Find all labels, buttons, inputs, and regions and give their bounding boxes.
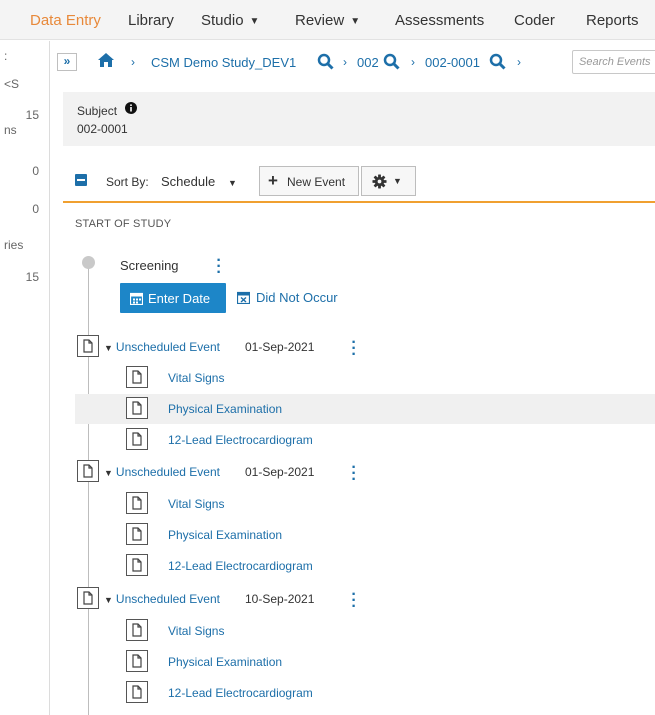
- new-event-button[interactable]: + New Event: [259, 166, 359, 196]
- left-sidebar: : <S 15 ns 0 0 ries 15: [0, 41, 50, 715]
- nav-assessments[interactable]: Assessments: [395, 12, 484, 29]
- form-document-icon: [126, 523, 148, 545]
- did-not-occur-link[interactable]: Did Not Occur: [256, 290, 338, 305]
- top-navigation: Data Entry Library Studio ▼ Review ▼ Asses…: [0, 0, 655, 40]
- settings-dropdown-button[interactable]: ▼: [361, 166, 416, 196]
- sidebar-count: 0: [32, 164, 39, 178]
- form-link-vital-signs[interactable]: Vital Signs: [168, 497, 224, 511]
- breadcrumb-study[interactable]: CSM Demo Study_DEV1: [151, 55, 296, 70]
- breadcrumb-subject[interactable]: 002-0001: [425, 55, 480, 70]
- chevron-down-icon: ▼: [350, 16, 361, 27]
- chevron-right-icon: ›: [517, 55, 521, 69]
- chevron-down-icon[interactable]: ▼: [228, 178, 237, 188]
- more-options-icon[interactable]: · · ·: [215, 253, 223, 281]
- form-link-physical-examination[interactable]: Physical Examination: [168, 528, 282, 542]
- chevron-right-icon: ›: [343, 55, 347, 69]
- chevron-down-icon: ▼: [249, 16, 260, 27]
- caret-down-icon: ▼: [104, 595, 113, 605]
- event-document-icon: [77, 587, 99, 609]
- collapse-all-icon[interactable]: [75, 174, 87, 186]
- timeline-dot: [82, 256, 95, 269]
- chevron-right-icon: ›: [411, 55, 415, 69]
- sidebar-label: ns: [4, 123, 17, 137]
- event-document-icon: [77, 460, 99, 482]
- nav-review[interactable]: Review ▼: [295, 12, 360, 29]
- form-document-icon: [126, 428, 148, 450]
- nav-studio[interactable]: Studio ▼: [201, 12, 259, 29]
- breadcrumb-site[interactable]: 002: [357, 55, 379, 70]
- start-of-study-label: START OF STUDY: [75, 218, 172, 230]
- form-document-icon: [126, 681, 148, 703]
- more-options-icon[interactable]: · · ·: [350, 460, 358, 488]
- info-icon[interactable]: [125, 102, 137, 114]
- calendar-icon: [130, 292, 143, 305]
- more-options-icon[interactable]: · · ·: [350, 335, 358, 363]
- new-event-label: New Event: [287, 175, 346, 189]
- expand-sidebar-button[interactable]: »: [57, 53, 77, 71]
- sidebar-label: <S: [4, 77, 20, 91]
- nav-library[interactable]: Library: [128, 12, 174, 29]
- breadcrumb: » › CSM Demo Study_DEV1 › 002 › 002-0001…: [51, 41, 655, 85]
- nav-coder[interactable]: Coder: [514, 12, 555, 29]
- form-link-physical-examination[interactable]: Physical Examination: [168, 655, 282, 669]
- search-icon[interactable]: [317, 53, 334, 70]
- form-document-icon: [126, 619, 148, 641]
- sidebar-count: 0: [32, 202, 39, 216]
- nav-data-entry[interactable]: Data Entry: [30, 12, 101, 29]
- form-document-icon: [126, 397, 148, 419]
- gear-icon: [372, 174, 387, 189]
- form-link-vital-signs[interactable]: Vital Signs: [168, 624, 224, 638]
- sort-dropdown[interactable]: Schedule: [161, 174, 215, 189]
- form-link-physical-examination[interactable]: Physical Examination: [168, 402, 282, 416]
- event-date: 01-Sep-2021: [245, 465, 315, 479]
- form-link-ecg[interactable]: 12-Lead Electrocardiogram: [168, 559, 313, 573]
- timeline-line: [88, 262, 89, 715]
- subject-id: 002-0001: [77, 122, 128, 136]
- form-link-ecg[interactable]: 12-Lead Electrocardiogram: [168, 433, 313, 447]
- row-hover-highlight: [75, 394, 655, 424]
- screening-event: Screening: [120, 258, 179, 273]
- chevron-right-icon: ›: [131, 55, 135, 69]
- calendar-x-icon[interactable]: [237, 291, 250, 304]
- form-document-icon: [126, 554, 148, 576]
- home-icon[interactable]: [97, 52, 115, 68]
- event-date: 10-Sep-2021: [245, 592, 315, 606]
- enter-date-button[interactable]: Enter Date: [120, 283, 226, 313]
- form-link-ecg[interactable]: 12-Lead Electrocardiogram: [168, 686, 313, 700]
- subject-panel: Subject 002-0001: [63, 92, 655, 146]
- plus-icon: +: [268, 171, 278, 190]
- sidebar-count: 15: [25, 270, 39, 284]
- more-options-icon[interactable]: · · ·: [350, 587, 358, 615]
- toolbar-divider: [63, 201, 655, 203]
- form-document-icon: [126, 366, 148, 388]
- form-link-vital-signs[interactable]: Vital Signs: [168, 371, 224, 385]
- caret-down-icon: ▼: [104, 468, 113, 478]
- sidebar-count: 15: [25, 108, 39, 122]
- sidebar-label: ries: [4, 238, 24, 252]
- caret-down-icon: ▼: [104, 343, 113, 353]
- event-title-link[interactable]: ▼ Unscheduled Event: [104, 340, 220, 354]
- search-events-input[interactable]: [572, 50, 655, 74]
- event-title-link[interactable]: ▼ Unscheduled Event: [104, 592, 220, 606]
- search-icon[interactable]: [489, 53, 506, 70]
- enter-date-label: Enter Date: [148, 291, 211, 306]
- event-document-icon: [77, 335, 99, 357]
- sidebar-label: :: [4, 49, 8, 63]
- nav-reports[interactable]: Reports: [586, 12, 639, 29]
- sort-by-label: Sort By:: [106, 175, 149, 189]
- event-title-link[interactable]: ▼ Unscheduled Event: [104, 465, 220, 479]
- chevron-down-icon: ▼: [393, 176, 402, 186]
- form-document-icon: [126, 650, 148, 672]
- subject-label: Subject: [77, 104, 118, 118]
- event-date: 01-Sep-2021: [245, 340, 315, 354]
- form-document-icon: [126, 492, 148, 514]
- search-icon[interactable]: [383, 53, 400, 70]
